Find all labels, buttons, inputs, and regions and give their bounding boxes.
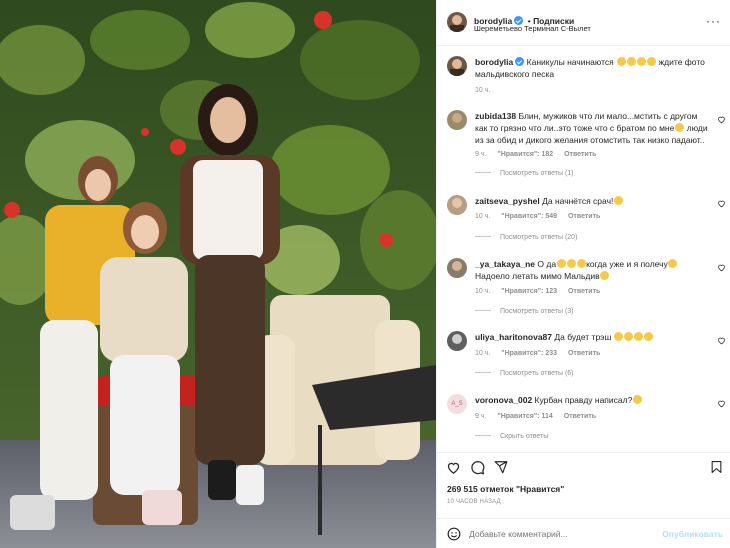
caption-time: 10 ч.	[475, 87, 491, 94]
view-replies-button[interactable]: Посмотреть ответы (3)	[475, 308, 574, 315]
post-header: borodylia • Подписки Шереметьево Термина…	[437, 0, 730, 46]
hide-replies-button[interactable]: Скрыть ответы	[475, 433, 548, 440]
location-link[interactable]: Шереметьево Терминал С-Вылет	[474, 24, 591, 33]
likes-count[interactable]: 269 515 отметок "Нравится"	[447, 484, 564, 494]
emoji-icon	[614, 332, 624, 341]
emoji-icon	[646, 57, 656, 66]
comment-likes[interactable]: "Нравится": 549	[501, 213, 557, 220]
post-side-panel: borodylia • Подписки Шереметьево Термина…	[436, 0, 730, 548]
view-replies-button[interactable]: Посмотреть ответы (20)	[475, 234, 577, 241]
caption-username[interactable]: borodylia	[475, 57, 513, 67]
comment-text-2: когда уже и я полечу	[586, 259, 668, 269]
caption-text: Каникулы начинаются	[526, 57, 614, 67]
comment-time: 10 ч.	[475, 213, 491, 220]
comment-time: 10 ч.	[475, 350, 491, 357]
comment-text: Да начнётся срач!	[542, 196, 614, 206]
comment-icon[interactable]	[470, 460, 485, 475]
comment-likes[interactable]: "Нравится": 182	[497, 151, 553, 158]
commenter-avatar[interactable]	[447, 331, 467, 351]
reply-button[interactable]: Ответить	[568, 350, 600, 357]
heart-icon[interactable]	[717, 399, 726, 408]
reply-button[interactable]: Ответить	[564, 413, 596, 420]
more-icon[interactable]: ···	[706, 15, 721, 27]
emoji-icon	[613, 196, 623, 205]
comment-text-3: Надоело летать мимо Мальдив	[475, 271, 600, 281]
commenter-avatar[interactable]: A_S	[447, 394, 467, 414]
emoji-icon	[634, 332, 644, 341]
comment-likes[interactable]: "Нравится": 233	[501, 350, 557, 357]
emoji-icon[interactable]	[447, 527, 461, 541]
instagram-post-modal: borodylia • Подписки Шереметьево Термина…	[0, 0, 730, 548]
commenter-avatar[interactable]	[447, 258, 467, 278]
commenter-username[interactable]: uliya_haritonova87	[475, 332, 552, 342]
emoji-icon	[668, 259, 678, 268]
emoji-icon	[576, 259, 586, 268]
comment-likes[interactable]: "Нравится": 114	[497, 413, 552, 420]
emoji-icon	[674, 123, 684, 132]
author-avatar[interactable]	[447, 12, 467, 32]
comment-likes[interactable]: "Нравится": 123	[501, 288, 557, 295]
heart-icon[interactable]	[717, 263, 726, 272]
heart-icon[interactable]	[446, 460, 461, 475]
bookmark-icon[interactable]	[710, 460, 723, 474]
emoji-icon	[624, 332, 634, 341]
publish-button[interactable]: Опубликовать	[662, 529, 723, 539]
comment-time: 10 ч.	[475, 288, 491, 295]
share-icon[interactable]	[494, 460, 508, 474]
emoji-icon	[556, 259, 566, 268]
emoji-icon	[632, 395, 642, 404]
post-photo[interactable]	[0, 0, 436, 548]
view-replies-button[interactable]: Посмотреть ответы (6)	[475, 370, 574, 377]
reply-button[interactable]: Ответить	[568, 213, 600, 220]
heart-icon[interactable]	[717, 199, 726, 208]
emoji-icon	[636, 57, 646, 66]
verified-icon	[515, 57, 525, 66]
emoji-icon	[626, 57, 636, 66]
comment-text: Курбан правду написал?	[534, 395, 633, 405]
emoji-icon	[600, 271, 610, 280]
comment-time: 9 ч.	[475, 151, 487, 158]
emoji-icon	[566, 259, 576, 268]
commenter-username[interactable]: _ya_takaya_ne	[475, 259, 535, 269]
commenter-username[interactable]: zaitseva_pyshel	[475, 196, 540, 206]
caption-avatar[interactable]	[447, 56, 467, 76]
heart-icon[interactable]	[717, 336, 726, 345]
comment-text: Да будет трэш	[554, 332, 612, 342]
commenter-avatar[interactable]	[447, 195, 467, 215]
emoji-icon	[644, 332, 654, 341]
emoji-icon	[616, 57, 626, 66]
commenter-avatar[interactable]	[447, 110, 467, 130]
add-comment-bar: Опубликовать	[437, 518, 730, 548]
view-replies-button[interactable]: Посмотреть ответы (1)	[475, 170, 574, 177]
reply-button[interactable]: Ответить	[568, 288, 600, 295]
post-time: 10 ЧАСОВ НАЗАД	[447, 499, 501, 505]
commenter-username[interactable]: zubida138	[475, 111, 516, 121]
commenter-username[interactable]: voronova_002	[475, 395, 532, 405]
reply-button[interactable]: Ответить	[564, 151, 596, 158]
comment-time: 9 ч.	[475, 413, 487, 420]
heart-icon[interactable]	[717, 115, 726, 124]
comment-input[interactable]	[469, 527, 659, 541]
comment-text: О да	[537, 259, 557, 269]
